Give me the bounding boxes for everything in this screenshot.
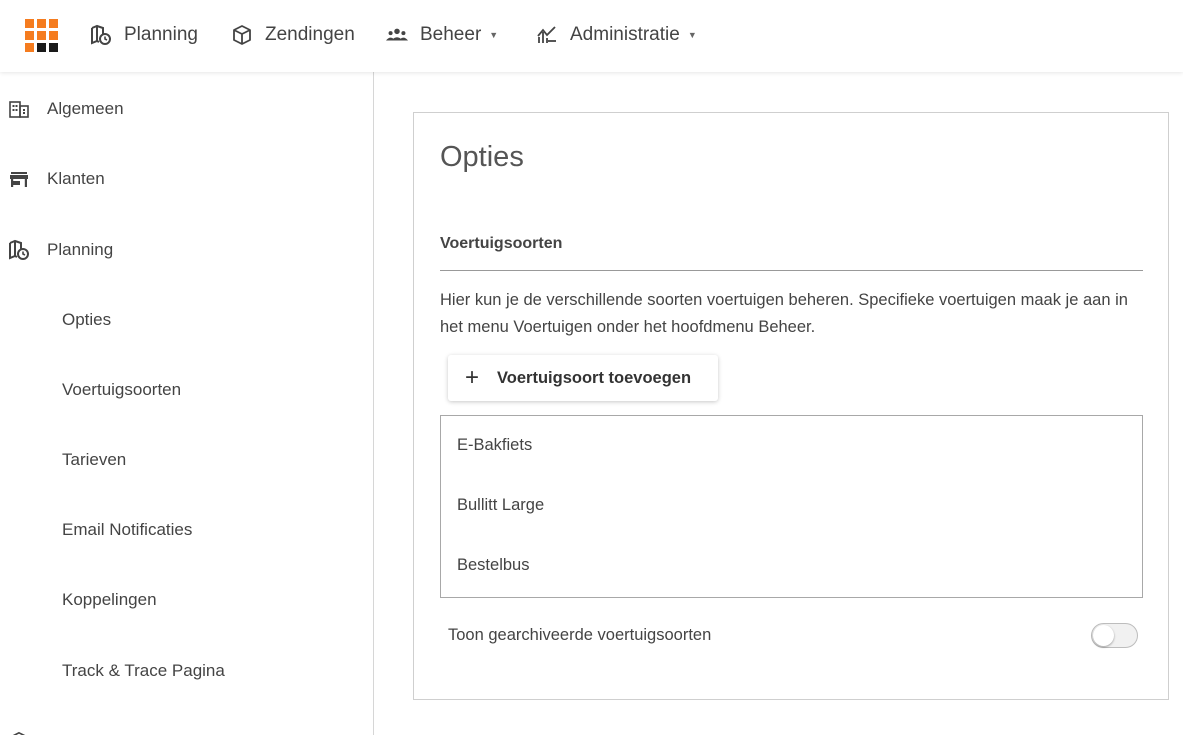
package-icon [8, 730, 30, 735]
users-icon [386, 24, 408, 46]
nav-beheer[interactable]: Beheer ▼ [386, 20, 498, 50]
plus-icon: + [465, 364, 480, 391]
sidebar-subitem-voertuigsoorten[interactable]: Voertuigsoorten [0, 366, 373, 414]
sidebar-item-label: Koppelingen [62, 590, 157, 609]
sidebar-item-label: Tarieven [62, 450, 127, 469]
sidebar-item-algemeen[interactable]: Algemeen [0, 85, 373, 133]
sidebar-item-label: Track & Trace Pagina [62, 661, 225, 680]
sidebar-subitem-track-trace-pagina[interactable]: Track & Trace Pagina [0, 647, 373, 695]
page-title: Opties [440, 141, 524, 173]
logo-cell [49, 31, 58, 40]
show-archived-row: Toon gearchiveerde voertuigsoorten [448, 623, 1138, 653]
nav-administratie[interactable]: Administratie ▼ [536, 20, 697, 50]
add-vehicle-type-label: Voertuigsoort toevoegen [497, 368, 692, 387]
logo-cell [25, 19, 34, 28]
list-item[interactable]: Bullitt Large [457, 496, 544, 515]
sidebar-item-label: Email Notificaties [62, 520, 193, 539]
sidebar: Algemeen Klanten Planning Opties Voertui… [0, 72, 374, 735]
nav-zendingen-label: Zendingen [265, 24, 355, 45]
nav-administratie-label: Administratie [570, 24, 680, 45]
show-archived-toggle[interactable] [1091, 623, 1138, 648]
sidebar-item-planning[interactable]: Planning [0, 226, 373, 274]
sidebar-item-label: Klanten [47, 169, 105, 188]
store-icon [8, 168, 30, 190]
nav-zendingen[interactable]: Zendingen [231, 20, 355, 50]
nav-planning-label: Planning [124, 24, 198, 45]
show-archived-label: Toon gearchiveerde voertuigsoorten [448, 626, 712, 644]
nav-beheer-label: Beheer [420, 24, 482, 45]
sidebar-item-klanten[interactable]: Klanten [0, 155, 373, 203]
logo-cell [37, 19, 46, 28]
nav-planning[interactable]: Planning [90, 20, 198, 50]
section-description: Hier kun je de verschillende soorten voe… [440, 291, 1128, 336]
chevron-down-icon: ▼ [489, 30, 499, 40]
sidebar-item-label: Opties [62, 310, 112, 329]
map-clock-icon [90, 24, 112, 46]
sidebar-item-label: Planning [47, 240, 114, 259]
list-item[interactable]: Bestelbus [457, 556, 529, 575]
app-logo[interactable] [25, 19, 60, 54]
add-vehicle-type-button[interactable]: + Voertuigsoort toevoegen [448, 355, 718, 401]
sidebar-item-partial[interactable] [0, 717, 373, 735]
sidebar-item-label: Voertuigsoorten [62, 380, 182, 399]
chevron-down-icon: ▼ [687, 30, 697, 40]
logo-cell [49, 43, 58, 52]
top-navigation-bar: Planning Zendingen Beheer ▼ Administrati… [0, 0, 1183, 72]
sidebar-subitem-tarieven[interactable]: Tarieven [0, 436, 373, 484]
logo-cell [49, 19, 58, 28]
logo-cell [25, 31, 34, 40]
toggle-knob [1093, 625, 1114, 646]
section-heading: Voertuigsoorten [440, 235, 563, 252]
sidebar-subitem-opties[interactable]: Opties [0, 296, 373, 344]
sidebar-subitem-email-notificaties[interactable]: Email Notificaties [0, 506, 373, 554]
chart-icon [536, 24, 558, 46]
logo-cell [37, 43, 46, 52]
sidebar-item-label: Algemeen [47, 99, 124, 118]
package-icon [231, 24, 253, 46]
map-clock-icon [8, 239, 30, 261]
logo-cell [37, 31, 46, 40]
sidebar-subitem-koppelingen[interactable]: Koppelingen [0, 576, 373, 624]
logo-cell [25, 43, 34, 52]
list-item[interactable]: E-Bakfiets [457, 436, 532, 455]
section-divider [440, 270, 1143, 271]
vehicle-type-list: E-Bakfiets Bullitt Large Bestelbus [440, 415, 1143, 598]
options-card: Opties Voertuigsoorten Hier kun je de ve… [413, 112, 1169, 700]
building-icon [8, 98, 30, 120]
